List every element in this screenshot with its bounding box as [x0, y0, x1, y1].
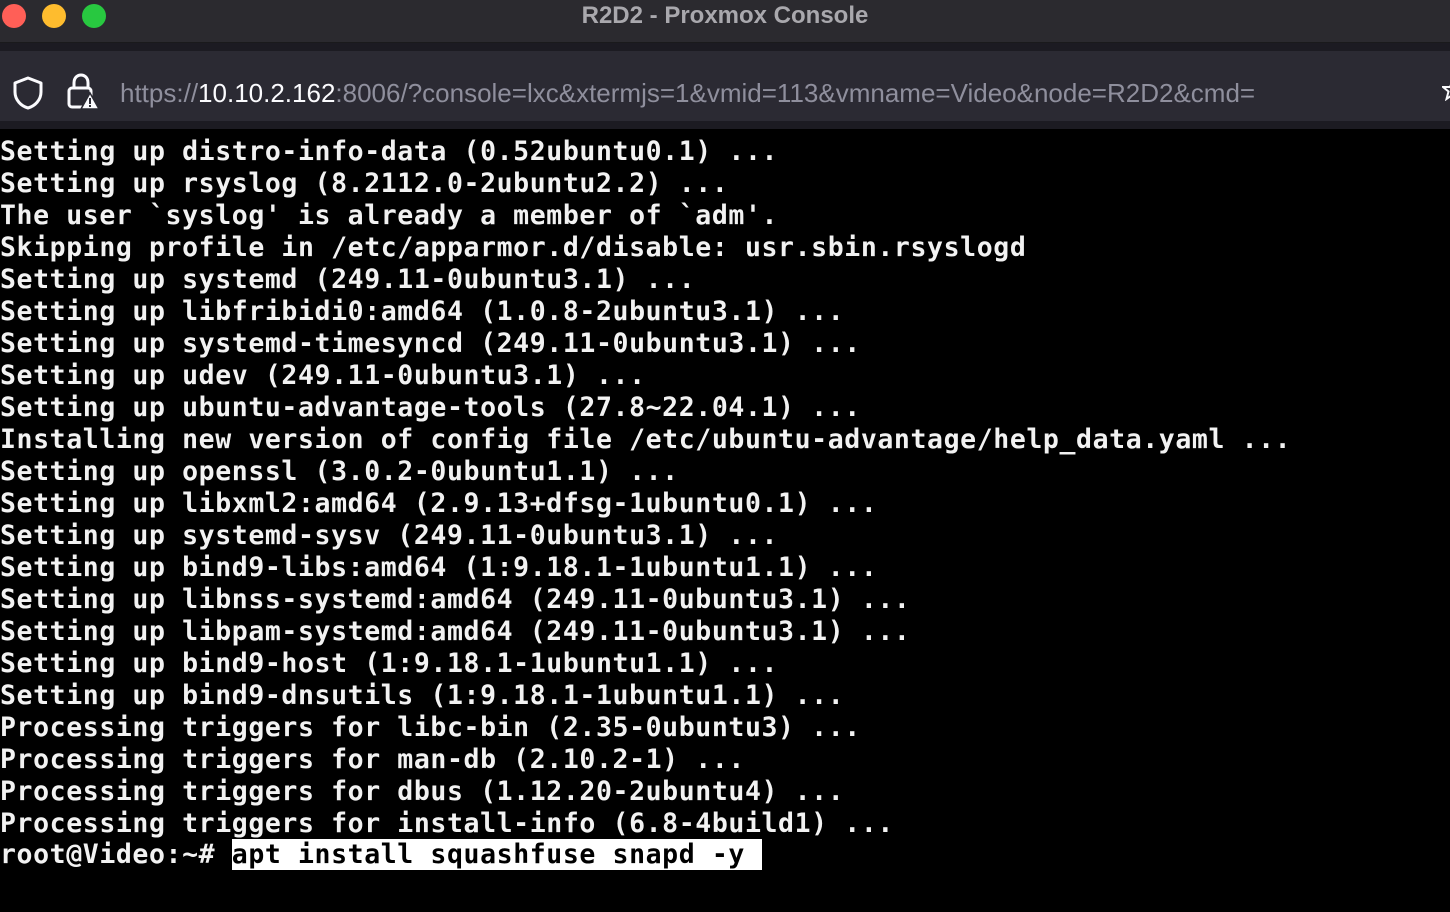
terminal-line: Setting up openssl (3.0.2-0ubuntu1.1) ..…	[0, 456, 679, 487]
url-path: :8006/?console=lxc&xtermjs=1&vmid=113&vm…	[335, 78, 1256, 108]
terminal-line: Setting up libfribidi0:amd64 (1.0.8-2ubu…	[0, 296, 845, 327]
terminal-line: The user `syslog' is already a member of…	[0, 200, 779, 231]
browser-window: R2D2 - Proxmox Console https://10.10.2.1…	[0, 0, 1450, 912]
lock-warning-icon[interactable]	[66, 73, 100, 111]
terminal-line: Setting up libxml2:amd64 (2.9.13+dfsg-1u…	[0, 488, 878, 519]
shield-icon[interactable]	[12, 76, 44, 110]
terminal-line: Processing triggers for libc-bin (2.35-0…	[0, 712, 861, 743]
terminal-line: Setting up libnss-systemd:amd64 (249.11-…	[0, 584, 911, 615]
terminal-line: Setting up libpam-systemd:amd64 (249.11-…	[0, 616, 911, 647]
terminal-console[interactable]: Setting up distro-info-data (0.52ubuntu0…	[0, 136, 1450, 912]
terminal-line: Setting up bind9-libs:amd64 (1:9.18.1-1u…	[0, 552, 878, 583]
url-host: 10.10.2.162	[198, 78, 336, 108]
terminal-line: Setting up ubuntu-advantage-tools (27.8~…	[0, 392, 861, 423]
terminal-line: Setting up rsyslog (8.2112.0-2ubuntu2.2)…	[0, 168, 729, 199]
terminal-line: Processing triggers for man-db (2.10.2-1…	[0, 744, 745, 775]
bookmark-star-icon[interactable]	[1442, 79, 1450, 101]
typed-command[interactable]: apt install squashfuse snapd -y	[231, 839, 762, 870]
terminal-line: Setting up bind9-dnsutils (1:9.18.1-1ubu…	[0, 680, 845, 711]
terminal-line: Processing triggers for dbus (1.12.20-2u…	[0, 776, 845, 807]
shell-prompt: root@Video:~#	[0, 839, 232, 870]
address-bar-area: https://10.10.2.162:8006/?console=lxc&xt…	[0, 43, 1450, 129]
terminal-line: Skipping profile in /etc/apparmor.d/disa…	[0, 232, 1027, 263]
terminal-line: Setting up systemd-sysv (249.11-0ubuntu3…	[0, 520, 779, 551]
terminal-line: Setting up bind9-host (1:9.18.1-1ubuntu1…	[0, 648, 779, 679]
url-scheme: https://	[120, 78, 199, 108]
url-text[interactable]: https://10.10.2.162:8006/?console=lxc&xt…	[120, 71, 1255, 115]
terminal-line: Processing triggers for install-info (6.…	[0, 808, 894, 839]
terminal-line: Setting up systemd (249.11-0ubuntu3.1) .…	[0, 264, 696, 295]
terminal-line: Installing new version of config file /e…	[0, 424, 1292, 455]
terminal-line: Setting up udev (249.11-0ubuntu3.1) ...	[0, 360, 646, 391]
terminal-line: Setting up distro-info-data (0.52ubuntu0…	[0, 136, 779, 167]
terminal-prompt-line[interactable]: root@Video:~# apt install squashfuse sna…	[0, 839, 762, 871]
window-title: R2D2 - Proxmox Console	[581, 2, 869, 29]
title-bar: R2D2 - Proxmox Console	[0, 0, 1450, 43]
terminal-line: Setting up systemd-timesyncd (249.11-0ub…	[0, 328, 861, 359]
address-bar[interactable]: https://10.10.2.162:8006/?console=lxc&xt…	[0, 51, 1450, 121]
